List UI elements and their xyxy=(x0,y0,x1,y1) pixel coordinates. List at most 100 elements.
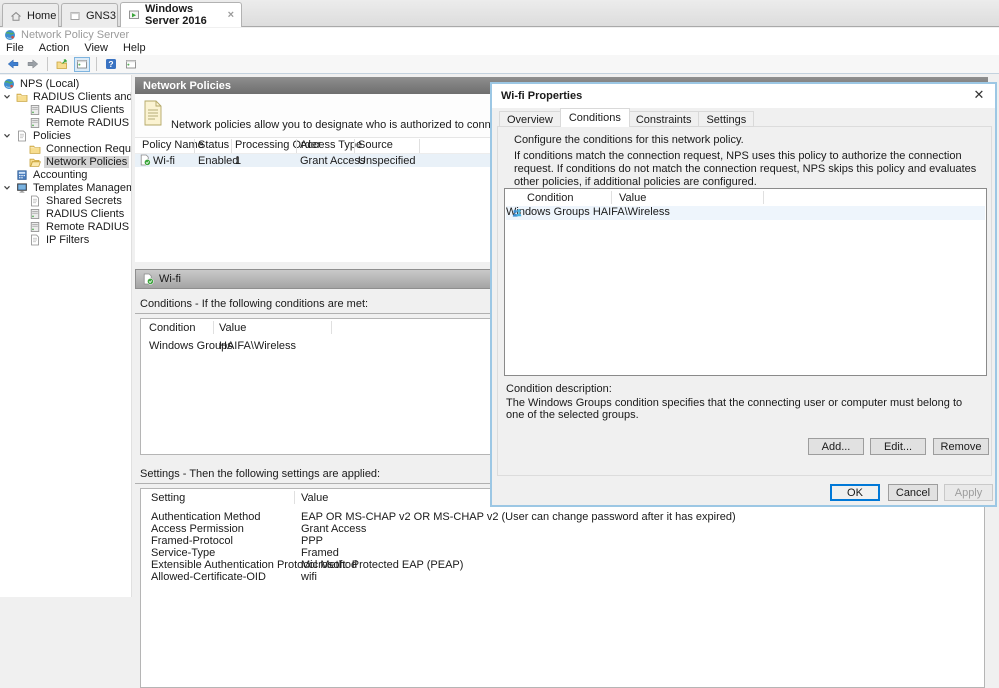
setting-cell: Service-Type xyxy=(151,547,216,559)
toolbar-separator xyxy=(96,57,97,71)
column-divider xyxy=(213,321,214,334)
menu-file[interactable]: File xyxy=(0,42,33,54)
dialog-title: Wi-fi Properties xyxy=(501,90,583,102)
tree-item-network-policies[interactable]: Network Policies xyxy=(0,155,131,168)
column-value[interactable]: Value xyxy=(619,192,646,204)
column-divider xyxy=(763,191,764,204)
tree-item-radius-clients[interactable]: RADIUS Clients xyxy=(0,103,131,116)
setting-cell: Access Permission xyxy=(151,523,244,535)
dialog-intro-text: Configure the conditions for this networ… xyxy=(514,134,744,146)
server-icon xyxy=(30,117,40,128)
add-button[interactable]: Add... xyxy=(808,438,864,455)
tree-item-radius-clients-template[interactable]: RADIUS Clients xyxy=(0,207,131,220)
column-condition[interactable]: Condition xyxy=(149,322,195,334)
tab-close-icon[interactable]: × xyxy=(228,9,234,21)
tree-item-shared-secrets[interactable]: Shared Secrets xyxy=(0,194,131,207)
remove-button[interactable]: Remove xyxy=(933,438,989,455)
column-source[interactable]: Source xyxy=(358,139,393,151)
tree-item-templates-management[interactable]: Templates Management xyxy=(0,181,131,194)
tab-settings[interactable]: Settings xyxy=(699,111,755,127)
page-icon xyxy=(31,234,39,245)
monitor-icon xyxy=(17,182,27,193)
nps-app-icon xyxy=(4,28,16,41)
value-cell: PPP xyxy=(301,535,324,547)
column-divider xyxy=(194,139,195,153)
page-icon xyxy=(31,195,39,206)
settings-box: Setting Value Authentication Method EAP … xyxy=(140,488,985,688)
menu-view[interactable]: View xyxy=(78,42,117,54)
arrow-right-icon xyxy=(27,59,39,69)
nps-globe-icon xyxy=(3,77,15,90)
column-access-type[interactable]: Access Type xyxy=(300,139,362,151)
tree-item-connection-request-policies[interactable]: Connection Request Po xyxy=(0,142,131,155)
server-icon xyxy=(30,221,40,232)
tree-item-remote-radius-server[interactable]: Remote RADIUS Server xyxy=(0,116,131,129)
forward-button[interactable] xyxy=(25,57,41,72)
chevron-down-icon[interactable] xyxy=(3,132,11,140)
tree-item-radius-clients-and-servers[interactable]: RADIUS Clients and Servers xyxy=(0,90,131,103)
dialog-tab-strip: Overview Conditions Constraints Settings xyxy=(499,108,755,127)
column-divider xyxy=(294,491,295,504)
export-list-button[interactable] xyxy=(54,57,70,72)
chevron-down-icon[interactable] xyxy=(3,93,11,101)
ok-button[interactable]: OK xyxy=(830,484,880,501)
conditions-band-label: Conditions - If the following conditions… xyxy=(140,298,369,310)
value-cell: Grant Access xyxy=(301,523,367,535)
server-icon xyxy=(30,208,40,219)
browser-tab-label: Windows Server 2016 xyxy=(145,3,207,27)
page-icon xyxy=(18,130,26,141)
tree-item-accounting[interactable]: Accounting xyxy=(0,168,131,181)
tree-item-policies[interactable]: Policies xyxy=(0,129,131,142)
condition-row-windows-groups[interactable]: Windows Groups HAIFA\Wireless xyxy=(506,206,985,220)
tab-overview[interactable]: Overview xyxy=(499,111,561,127)
monitor-play-icon xyxy=(129,10,139,19)
close-icon[interactable]: ✕ xyxy=(971,87,987,103)
column-divider xyxy=(419,139,420,153)
apply-button[interactable]: Apply xyxy=(944,484,993,501)
value-cell: HAIFA\Wireless xyxy=(219,340,297,352)
value-cell: EAP OR MS-CHAP v2 OR MS-CHAP v2 (User ca… xyxy=(301,511,736,523)
dialog-conditions-list[interactable]: Condition Value Windows Groups HAIFA\Wir… xyxy=(504,188,987,376)
window-title-bar: Network Policy Server xyxy=(0,28,999,41)
column-value[interactable]: Value xyxy=(219,322,246,334)
chevron-down-icon[interactable] xyxy=(3,184,11,192)
tree-item-ip-filters[interactable]: IP Filters xyxy=(0,233,131,246)
column-status[interactable]: Status xyxy=(198,139,229,151)
browser-tab-bar: Home × GNS3 × Windows Server 2016 × xyxy=(0,0,999,27)
edit-button[interactable]: Edit... xyxy=(870,438,926,455)
column-condition[interactable]: Condition xyxy=(527,192,573,204)
help-button[interactable] xyxy=(103,57,119,72)
menu-help[interactable]: Help xyxy=(117,42,155,54)
menu-action[interactable]: Action xyxy=(33,42,79,54)
wifi-properties-dialog: Wi-fi Properties ✕ Overview Conditions C… xyxy=(490,82,997,507)
column-value[interactable]: Value xyxy=(301,492,328,504)
tree-item-nps-local[interactable]: NPS (Local) xyxy=(0,77,131,90)
tab-constraints[interactable]: Constraints xyxy=(628,111,700,127)
properties-button[interactable] xyxy=(123,57,139,72)
settings-band-label: Settings - Then the following settings a… xyxy=(140,468,381,480)
dialog-title-bar[interactable]: Wi-fi Properties xyxy=(492,84,995,108)
value-cell: Framed xyxy=(301,547,339,559)
tab-conditions[interactable]: Conditions xyxy=(559,108,630,127)
column-setting[interactable]: Setting xyxy=(151,492,185,504)
browser-tab-home[interactable]: Home × xyxy=(2,3,71,27)
policy-check-icon xyxy=(140,154,151,166)
console-tree-panel: NPS (Local) RADIUS Clients and Servers R… xyxy=(0,75,132,597)
panel-header-title: Network Policies xyxy=(143,79,232,92)
server-icon xyxy=(30,104,40,115)
browser-tab-windows-server[interactable]: Windows Server 2016 × xyxy=(120,2,242,27)
column-divider xyxy=(611,191,612,204)
policy-check-icon xyxy=(143,273,154,285)
window-title: Network Policy Server xyxy=(21,28,130,41)
tree-item-remote-radius-servers-template[interactable]: Remote RADIUS Servers xyxy=(0,220,131,233)
back-button[interactable] xyxy=(5,57,21,72)
setting-cell: Authentication Method xyxy=(151,511,261,523)
cancel-button[interactable]: Cancel xyxy=(888,484,938,501)
browser-tab-gns3[interactable]: GNS3 × xyxy=(61,3,130,27)
column-divider xyxy=(231,139,232,153)
setting-cell: Allowed-Certificate-OID xyxy=(151,571,266,583)
show-console-tree-button[interactable] xyxy=(74,56,90,72)
column-divider xyxy=(331,321,332,334)
window-icon xyxy=(70,11,80,20)
setting-cell: Framed-Protocol xyxy=(151,535,233,547)
